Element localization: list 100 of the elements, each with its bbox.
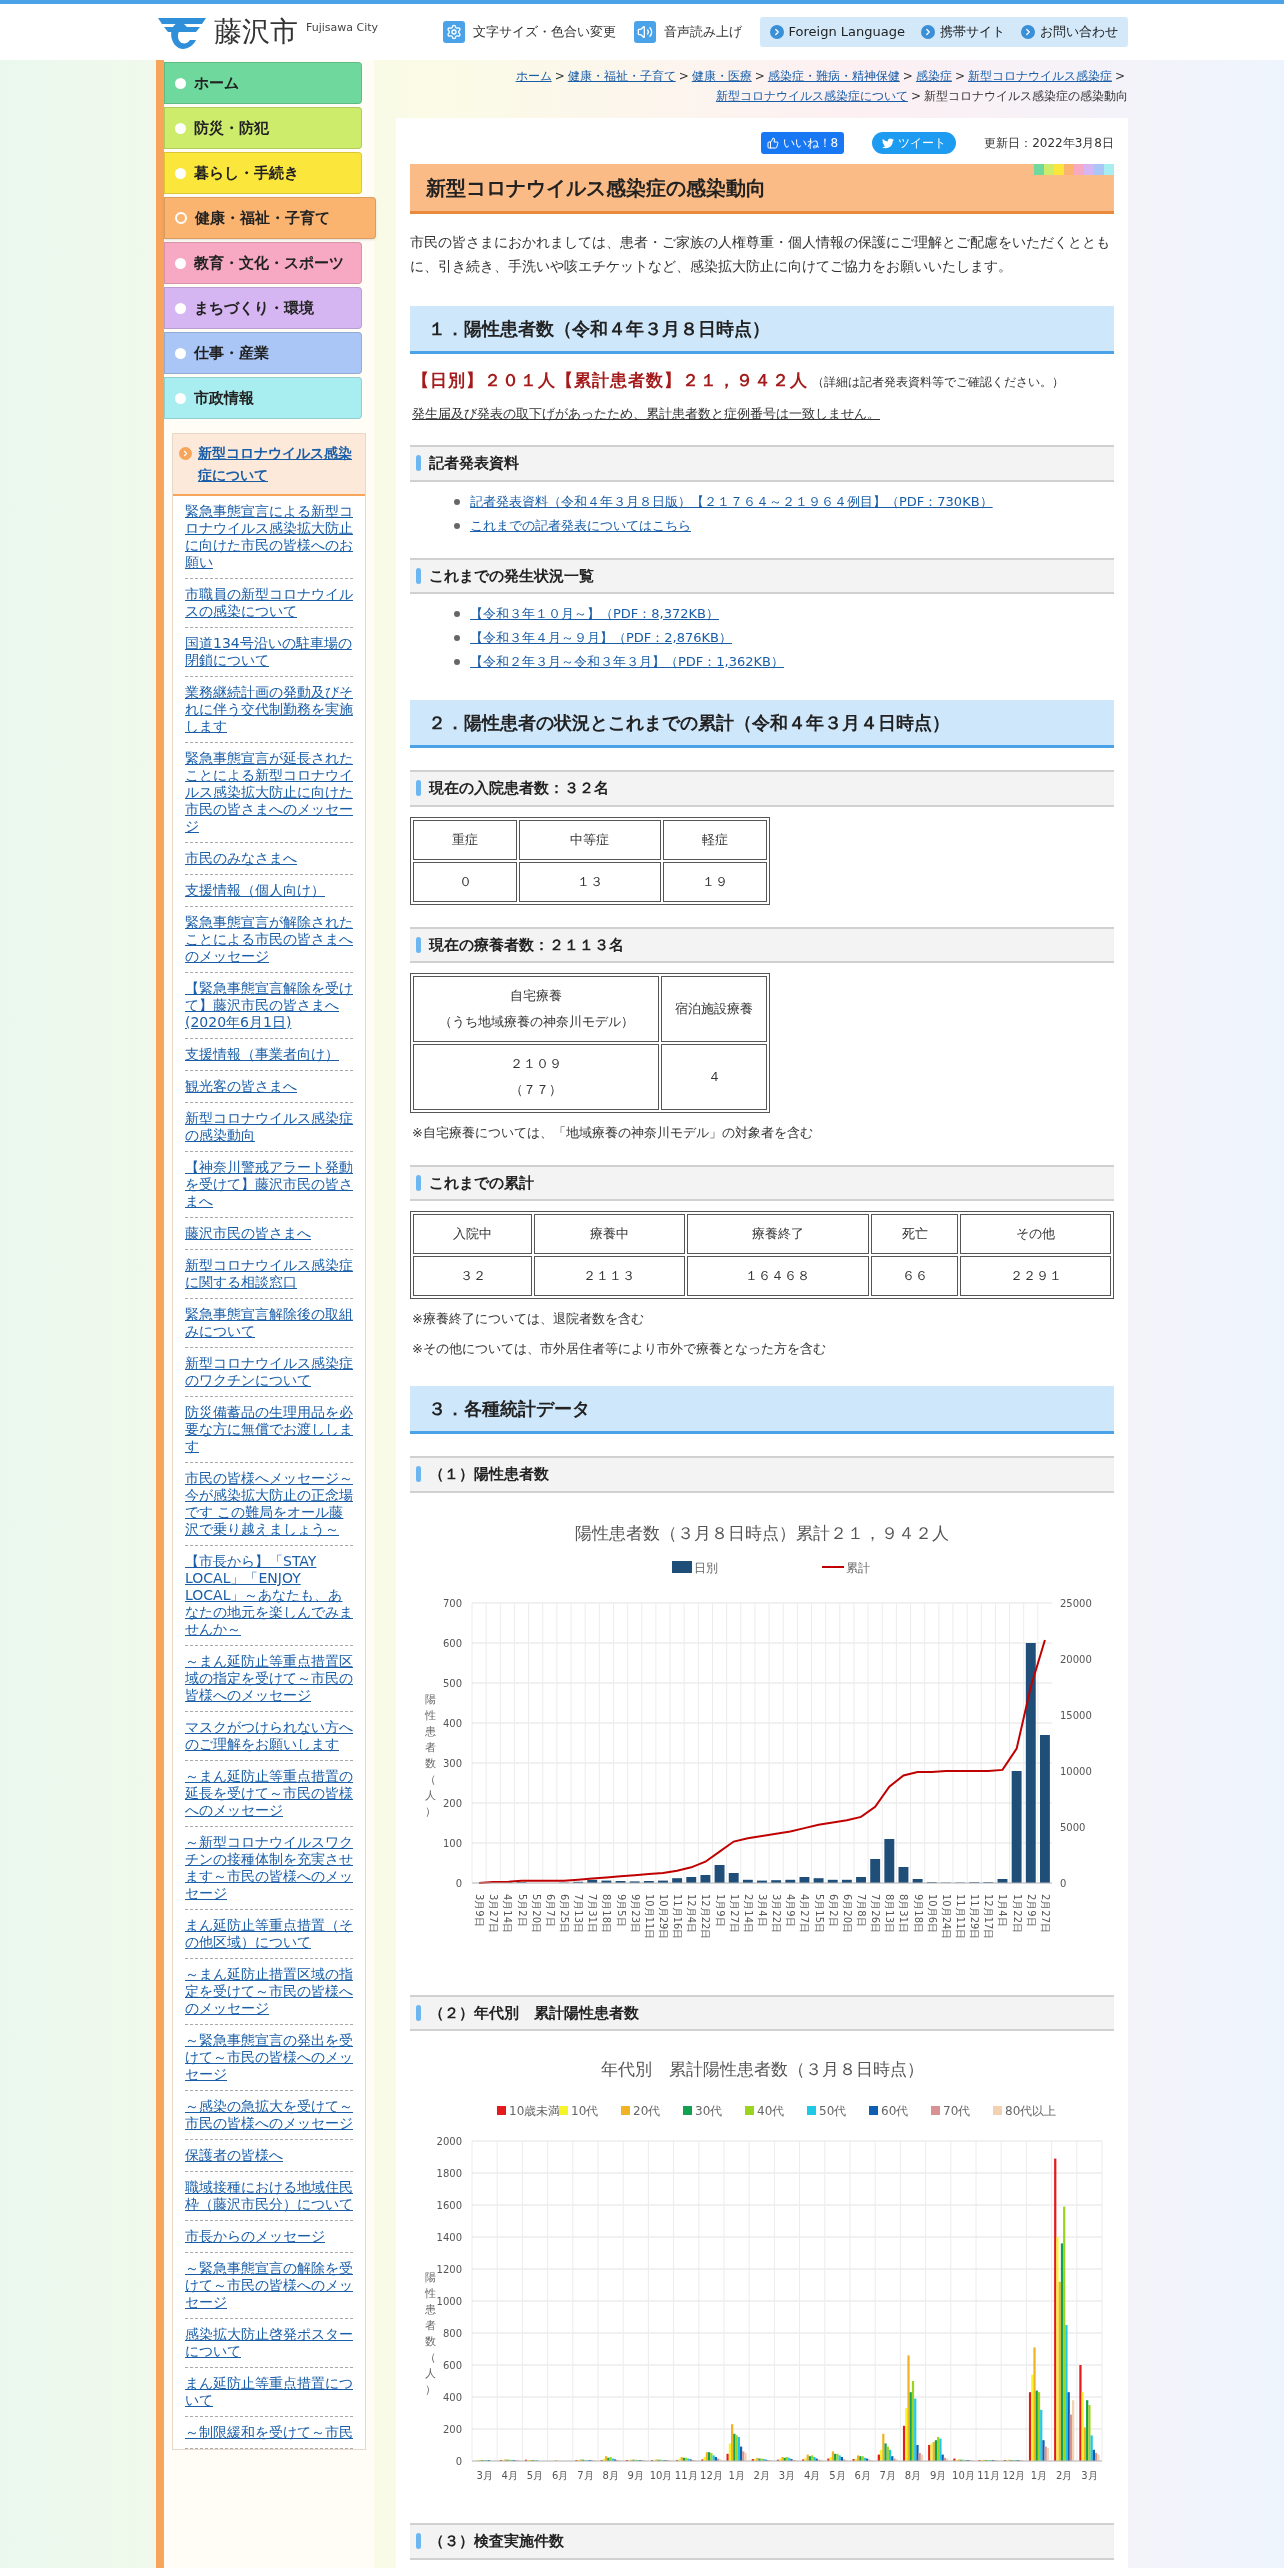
- tick-label: 1月4日: [997, 1893, 1009, 1927]
- legend-item: 10歳未満: [497, 2104, 561, 2118]
- tick-label: 5月15日: [813, 1893, 825, 1933]
- tick-label: 5月2日: [516, 1893, 528, 1927]
- tick-label: 100: [442, 1837, 462, 1849]
- tick-label: 10月29日: [658, 1893, 669, 1939]
- tick-label: 1月: [728, 2470, 745, 2481]
- table-cell: ２１０９ （７７）: [413, 1044, 660, 1110]
- tick-label: 10月: [952, 2470, 975, 2481]
- tick-label: 3月22日: [771, 1893, 783, 1933]
- breadcrumb-separator: >: [754, 69, 765, 83]
- note-text: ※療養終了については、退院者数を含む: [411, 1310, 645, 1328]
- tick-label: 3月4日: [757, 1893, 768, 1927]
- table-cell: ２２９１: [960, 1256, 1111, 1296]
- tick-label: 12月: [1002, 2470, 1026, 2481]
- tick-label: 4月14日: [502, 1893, 514, 1933]
- heading-text: これまでの発生状況一覧: [429, 565, 594, 587]
- legend-label: 80代以上: [1005, 2104, 1057, 2118]
- table-cell: 宿泊施設療養: [661, 976, 767, 1042]
- tick-label: 6月: [854, 2470, 871, 2481]
- heading-text: 現在の入院患者数：３２名: [429, 778, 609, 799]
- note-text: ※その他については、市外居住者等により市外で療養となった方を含む: [411, 1339, 827, 1358]
- legend-item: 50代: [807, 2104, 847, 2118]
- section-heading: １．陽性患者数（令和４年３月８日時点）: [410, 306, 1114, 354]
- tick-label: 10月6日: [926, 1893, 938, 1933]
- tick-label: 1月22日: [1011, 1893, 1023, 1933]
- legend-label: 40代: [757, 2104, 785, 2118]
- table-cell: ３２: [413, 1256, 533, 1296]
- tick-label: 7月26日: [870, 1893, 882, 1933]
- tick-label: 1400: [436, 2232, 462, 2243]
- axis-title: 陽性患者数（人）: [424, 1692, 436, 1818]
- tick-label: 1月: [1030, 2470, 1048, 2481]
- breadcrumb-separator: >: [954, 69, 965, 83]
- table-cell: 療養終了: [686, 1214, 869, 1254]
- legend-label: 50代: [819, 2104, 847, 2118]
- tick-label: 8月: [602, 2470, 619, 2481]
- legend-item: 30代: [683, 2104, 723, 2118]
- tick-label: 9月23日: [629, 1893, 641, 1933]
- tick-label: 800: [442, 2328, 462, 2339]
- tick-label: 400: [442, 1717, 462, 1729]
- tick-label: 5000: [1060, 1821, 1086, 1833]
- tick-label: 7月31日: [587, 1893, 599, 1933]
- table-cell: 自宅療養 （うち地域療養の神奈川モデル）: [413, 976, 660, 1042]
- heading-text: これまでの累計: [429, 1172, 534, 1194]
- tick-label: 200: [442, 2424, 462, 2435]
- tick-label: 11月: [977, 2470, 1000, 2481]
- tick-label: 2月: [753, 2470, 770, 2481]
- breadcrumb-separator: >: [910, 89, 921, 103]
- legend-label: 30代: [695, 2104, 723, 2118]
- page-title: 新型コロナウイルス感染症の感染動向: [426, 174, 766, 202]
- table-cell: 療養中: [534, 1214, 685, 1254]
- tick-label: 6月: [552, 2470, 569, 2481]
- tick-label: 15000: [1060, 1709, 1092, 1721]
- tick-label: 2月14日: [742, 1893, 754, 1933]
- tick-label: 12月22日: [700, 1893, 712, 1939]
- tick-label: 10月11日: [643, 1893, 655, 1939]
- legend-item: 20代: [621, 2104, 661, 2118]
- tick-label: 6月25日: [558, 1893, 570, 1933]
- legend-label: 60代: [881, 2104, 909, 2118]
- note-text: 発生届及び発表の取下げがあったため、累計患者数と症例番号は一致しません。: [411, 404, 881, 423]
- breadcrumb-separator: >: [1114, 69, 1125, 83]
- legend-item: 80代以上: [993, 2104, 1057, 2118]
- tick-label: 10月: [649, 2470, 673, 2481]
- table-cell: ６６: [870, 1256, 959, 1296]
- tick-label: 11月16日: [672, 1893, 684, 1939]
- tick-label: 3月: [1081, 2470, 1098, 2481]
- tick-label: 200: [442, 1797, 462, 1809]
- tick-label: 400: [442, 2392, 462, 2403]
- tick-label: 20000: [1060, 1653, 1092, 1665]
- tick-label: 4月: [501, 2470, 518, 2481]
- tick-label: 0: [455, 1877, 462, 1889]
- tick-label: 700: [442, 1597, 462, 1609]
- legend-item: 10代: [559, 2104, 599, 2118]
- tick-label: 1600: [436, 2200, 462, 2211]
- tick-label: 8月13日: [884, 1893, 896, 1933]
- legend-item: 60代: [869, 2104, 909, 2118]
- tick-label: 9月5日: [615, 1893, 627, 1927]
- breadcrumb-separator: >: [554, 69, 565, 83]
- tick-label: 600: [442, 1637, 462, 1649]
- tick-label: 5月: [829, 2470, 846, 2481]
- tick-label: 1200: [436, 2264, 462, 2275]
- tick-label: 9月18日: [912, 1893, 924, 1933]
- heading-text: （１）陽性患者数: [429, 1464, 549, 1485]
- heading-text: 現在の療養者数：２１１３名: [429, 934, 624, 956]
- tick-label: 10月24日: [940, 1893, 952, 1939]
- tick-label: 8月18日: [601, 1893, 613, 1933]
- table-cell: 死亡: [870, 1214, 959, 1254]
- tick-label: 0: [1060, 1877, 1067, 1889]
- section-heading: ３．各種統計データ: [410, 1386, 1114, 1434]
- case-count-headline: 【日別】２０１人【累計患者数】２１，９４２人: [412, 369, 808, 392]
- detail-note: （詳細は記者発表資料等でご確認ください。）: [812, 374, 1064, 391]
- table-cell: ０: [413, 861, 518, 902]
- tick-label: 2月: [1056, 2470, 1073, 2481]
- table-cell: 軽症: [662, 819, 767, 860]
- heading-text: （３）検査実施件数: [429, 2531, 564, 2552]
- chart-title: 陽性患者数（３月８日時点）累計２１，９４２人: [575, 1522, 949, 1543]
- legend-label: 70代: [943, 2104, 971, 2118]
- breadcrumb-separator: >: [678, 69, 689, 83]
- tick-label: 4月: [804, 2470, 821, 2481]
- table-cell: 入院中: [413, 1214, 533, 1254]
